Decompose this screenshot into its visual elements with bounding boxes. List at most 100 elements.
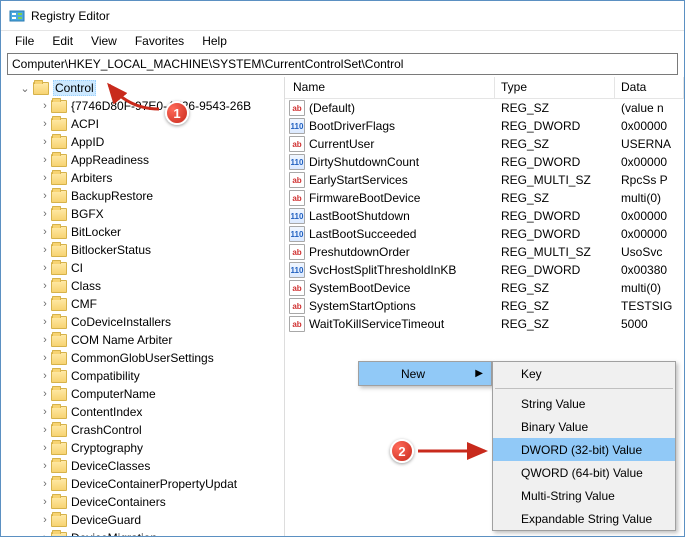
binary-value-icon: 110	[289, 154, 305, 170]
expand-icon[interactable]: ›	[39, 442, 51, 454]
tree-node[interactable]: ›Compatibility	[1, 367, 284, 385]
tree-node[interactable]: ›BackupRestore	[1, 187, 284, 205]
expand-icon[interactable]: ›	[39, 478, 51, 490]
tree-panel[interactable]: ⌄ Control ›{7746D80F-97E0-4E26-9543-26B›…	[1, 77, 285, 536]
tree-label: AppID	[71, 135, 104, 149]
expand-icon[interactable]: ›	[39, 172, 51, 184]
list-row[interactable]: abSystemStartOptionsREG_SZTESTSIG	[285, 297, 684, 315]
list-row[interactable]: abEarlyStartServicesREG_MULTI_SZRpcSs P	[285, 171, 684, 189]
menu-item[interactable]: DWORD (32-bit) Value	[493, 438, 675, 461]
tree-node[interactable]: › CrashControl	[1, 421, 284, 439]
folder-icon	[51, 496, 67, 509]
list-row[interactable]: 110LastBootShutdownREG_DWORD0x00000	[285, 207, 684, 225]
tree-node[interactable]: ›Class	[1, 277, 284, 295]
tree-node[interactable]: ›DeviceContainerPropertyUpdat	[1, 475, 284, 493]
value-name: (Default)	[309, 101, 355, 115]
address-bar[interactable]: Computer\HKEY_LOCAL_MACHINE\SYSTEM\Curre…	[7, 53, 678, 75]
expand-icon[interactable]: ›	[39, 118, 51, 130]
menu-separator	[495, 388, 673, 389]
tree-node-control[interactable]: ⌄ Control	[1, 79, 284, 97]
expand-icon[interactable]: ›	[39, 532, 51, 536]
tree-node[interactable]: ›Cryptography	[1, 439, 284, 457]
string-value-icon: ab	[289, 100, 305, 116]
list-row[interactable]: 110BootDriverFlagsREG_DWORD0x00000	[285, 117, 684, 135]
expand-icon[interactable]: ›	[39, 388, 51, 400]
tree-node[interactable]: ›CI	[1, 259, 284, 277]
expand-icon[interactable]: ›	[39, 352, 51, 364]
tree-node[interactable]: ›BGFX	[1, 205, 284, 223]
menu-item[interactable]: Key	[493, 362, 675, 385]
tree-node[interactable]: ›ContentIndex	[1, 403, 284, 421]
col-data[interactable]: Data	[615, 77, 684, 98]
menu-item[interactable]: Expandable String Value	[493, 507, 675, 530]
tree-node[interactable]: ›BitLocker	[1, 223, 284, 241]
list-row[interactable]: abWaitToKillServiceTimeoutREG_SZ5000	[285, 315, 684, 333]
menu-item[interactable]: Binary Value	[493, 415, 675, 438]
expand-icon[interactable]: ›	[39, 406, 51, 418]
list-row[interactable]: abPreshutdownOrderREG_MULTI_SZUsoSvc	[285, 243, 684, 261]
tree-node[interactable]: ›ComputerName	[1, 385, 284, 403]
tree-label: AppReadiness	[71, 153, 149, 167]
expand-icon[interactable]: ›	[39, 154, 51, 166]
value-name: SystemBootDevice	[309, 281, 410, 295]
expand-icon[interactable]: ›	[39, 244, 51, 256]
expand-icon[interactable]: ›	[39, 190, 51, 202]
tree-node[interactable]: ›COM Name Arbiter	[1, 331, 284, 349]
col-name[interactable]: Name	[285, 77, 495, 98]
list-row[interactable]: ab(Default)REG_SZ(value n	[285, 99, 684, 117]
tree-node[interactable]: ›Arbiters	[1, 169, 284, 187]
expand-icon[interactable]: ›	[39, 280, 51, 292]
tree-node[interactable]: › AppID	[1, 133, 284, 151]
tree-label: CrashControl	[71, 423, 142, 437]
tree-node[interactable]: › AppReadiness	[1, 151, 284, 169]
expand-icon[interactable]: ›	[39, 496, 51, 508]
expand-icon[interactable]: ›	[39, 298, 51, 310]
tree-node[interactable]: ›{7746D80F-97E0-4E26-9543-26B	[1, 97, 284, 115]
expand-icon[interactable]: ›	[39, 208, 51, 220]
expand-icon[interactable]: ›	[39, 226, 51, 238]
list-row[interactable]: abSystemBootDeviceREG_SZmulti(0)	[285, 279, 684, 297]
col-type[interactable]: Type	[495, 77, 615, 98]
tree-node[interactable]: ›DeviceGuard	[1, 511, 284, 529]
tree-node[interactable]: ›CoDeviceInstallers	[1, 313, 284, 331]
collapse-icon[interactable]: ⌄	[19, 82, 31, 95]
tree-node[interactable]: ›CommonGlobUserSettings	[1, 349, 284, 367]
menu-edit[interactable]: Edit	[44, 32, 81, 50]
folder-icon	[51, 352, 67, 365]
menu-item[interactable]: String Value	[493, 392, 675, 415]
menu-item[interactable]: QWORD (64-bit) Value	[493, 461, 675, 484]
folder-icon	[51, 442, 67, 455]
string-value-icon: ab	[289, 298, 305, 314]
list-row[interactable]: 110LastBootSucceededREG_DWORD0x00000	[285, 225, 684, 243]
binary-value-icon: 110	[289, 262, 305, 278]
list-row[interactable]: abFirmwareBootDeviceREG_SZmulti(0)	[285, 189, 684, 207]
menu-file[interactable]: File	[7, 32, 42, 50]
menu-favorites[interactable]: Favorites	[127, 32, 192, 50]
tree-label: DeviceContainers	[71, 495, 166, 509]
tree-node[interactable]: ›BitlockerStatus	[1, 241, 284, 259]
menu-view[interactable]: View	[83, 32, 125, 50]
expand-icon[interactable]: ›	[39, 100, 51, 112]
value-data: UsoSvc	[615, 245, 684, 259]
expand-icon[interactable]: ›	[39, 424, 51, 436]
list-row[interactable]: abCurrentUserREG_SZUSERNA	[285, 135, 684, 153]
tree-node[interactable]: ›DeviceMigration	[1, 529, 284, 536]
expand-icon[interactable]: ›	[39, 514, 51, 526]
list-row[interactable]: 110DirtyShutdownCountREG_DWORD0x00000	[285, 153, 684, 171]
menu-item-new[interactable]: New ▶	[359, 362, 491, 385]
tree-node[interactable]: ›CMF	[1, 295, 284, 313]
tree-node[interactable]: ›ACPI	[1, 115, 284, 133]
tree-node[interactable]: ›DeviceClasses	[1, 457, 284, 475]
expand-icon[interactable]: ›	[39, 370, 51, 382]
expand-icon[interactable]: ›	[39, 136, 51, 148]
tree-node[interactable]: › DeviceContainers	[1, 493, 284, 511]
menu-item[interactable]: Multi-String Value	[493, 484, 675, 507]
expand-icon[interactable]: ›	[39, 460, 51, 472]
expand-icon[interactable]: ›	[39, 316, 51, 328]
expand-icon[interactable]: ›	[39, 262, 51, 274]
expand-icon[interactable]: ›	[39, 334, 51, 346]
value-name: CurrentUser	[309, 137, 374, 151]
menu-help[interactable]: Help	[194, 32, 235, 50]
value-data: multi(0)	[615, 191, 684, 205]
list-row[interactable]: 110SvcHostSplitThresholdInKBREG_DWORD0x0…	[285, 261, 684, 279]
